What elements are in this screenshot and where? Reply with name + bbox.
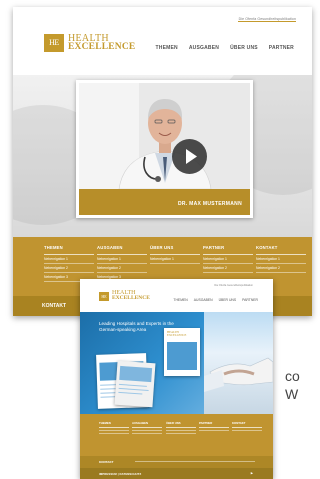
- footer-column: THEMEN Nebenrigation 1 Nebenrigation 2 N…: [44, 245, 94, 282]
- footer-column: PARTNER Nebenrigation 1 Nebenrigation 2: [203, 245, 253, 273]
- footer-heading[interactable]: AUSGABEN: [97, 245, 147, 255]
- footer-legal-links[interactable]: IMPRESSUM | DATENSCHUTZ: [99, 472, 141, 476]
- magazine-cover[interactable]: HEALTH EXCELLENCE: [164, 328, 200, 376]
- footer-link[interactable]: [99, 431, 129, 434]
- site-header: Die Ofenfa Gesundheitspublikation HE HEA…: [13, 7, 312, 75]
- footer-column: AUSGABEN: [132, 421, 162, 434]
- nav-item-ueber-uns[interactable]: ÜBER UNS: [230, 45, 258, 51]
- footer-column: AUSGABEN Nebenrigation 1 Nebenrigation 2…: [97, 245, 147, 282]
- footer-contact-link[interactable]: KONTAKT: [42, 303, 66, 309]
- footer-column: KONTAKT Nebenrigation 1 Nebenrigation 2: [256, 245, 306, 273]
- footer-link[interactable]: Nebenrigation 2: [44, 264, 94, 273]
- footer-link[interactable]: Nebenrigation 1: [256, 255, 306, 264]
- footer-bottom-bar: KONTAKT: [80, 456, 273, 468]
- footer-column: ÜBER UNS Nebenrigation 1: [150, 245, 200, 264]
- nav-item-ausgaben[interactable]: AUSGABEN: [194, 298, 213, 302]
- nav-item-partner[interactable]: PARTNER: [242, 298, 258, 302]
- footer-column: THEMEN: [99, 421, 129, 434]
- magazine-text-line: [118, 391, 143, 395]
- footer-heading[interactable]: THEMEN: [44, 245, 94, 255]
- top-link[interactable]: Die Ofenfa Gesundheitspublikation: [214, 284, 253, 287]
- chevron-right-icon[interactable]: ▶: [251, 471, 253, 475]
- magazine-cover-photo: [167, 342, 197, 370]
- top-link-underline: [238, 21, 296, 22]
- footer-heading[interactable]: THEMEN: [99, 421, 129, 428]
- logo-line-2: EXCELLENCE: [112, 295, 150, 301]
- magazine-text-line: [118, 387, 149, 391]
- handshake-photo: [204, 312, 273, 414]
- footer-link[interactable]: Nebenrigation 2: [97, 264, 147, 273]
- footer-link[interactable]: Nebenrigation 1: [44, 255, 94, 264]
- footer-link[interactable]: Nebenrigation 2: [203, 264, 253, 273]
- nav-item-ausgaben[interactable]: AUSGABEN: [189, 45, 219, 51]
- footer-divider: [135, 461, 255, 462]
- logo-wordmark[interactable]: HEALTH EXCELLENCE: [68, 34, 135, 52]
- side-text-line-1: co: [285, 368, 300, 384]
- play-icon[interactable]: [172, 139, 207, 174]
- video-player[interactable]: DR. MAX MUSTERMANN: [76, 80, 253, 218]
- footer-heading[interactable]: KONTAKT: [256, 245, 306, 255]
- footer-link[interactable]: Nebenrigation 1: [203, 255, 253, 264]
- portfolio-stage: Die Ofenfa Gesundheitspublikation HE HEA…: [0, 0, 312, 479]
- site-header: Die Ofenfa Gesundheitspublikation HE HEA…: [80, 279, 273, 312]
- hero-banner: Leading Hospitals and Experts in the Ger…: [80, 312, 273, 414]
- footer-legal-bar: IMPRESSUM | DATENSCHUTZ ▶: [80, 468, 273, 479]
- nav-item-partner[interactable]: PARTNER: [269, 45, 294, 51]
- footer-heading[interactable]: ÜBER UNS: [166, 421, 196, 428]
- logo-line-2: EXCELLENCE: [68, 42, 136, 52]
- nav-item-themen[interactable]: THEMEN: [156, 45, 178, 51]
- footer-link[interactable]: [199, 428, 229, 431]
- site-footer: THEMEN AUSGABEN ÜBER UNS PARTNER KONTAKT: [80, 414, 273, 456]
- logo-monogram[interactable]: HE: [99, 292, 109, 301]
- main-nav: THEMEN AUSGABEN ÜBER UNS PARTNER: [173, 298, 258, 302]
- nav-item-ueber-uns[interactable]: ÜBER UNS: [219, 298, 237, 302]
- magazine-cover-title: HEALTH EXCELLENCE: [167, 330, 187, 338]
- nav-item-themen[interactable]: THEMEN: [173, 298, 187, 302]
- footer-link[interactable]: [232, 428, 262, 431]
- footer-heading[interactable]: PARTNER: [199, 421, 229, 428]
- magazine-photo: [119, 365, 153, 383]
- footer-link[interactable]: [132, 431, 162, 434]
- side-text-line-2: W: [285, 386, 299, 402]
- footer-heading[interactable]: PARTNER: [203, 245, 253, 255]
- magazine-spread[interactable]: [114, 360, 156, 408]
- footer-link[interactable]: Nebenrigation 1: [97, 255, 147, 264]
- doctor-photo: [79, 83, 250, 189]
- magazine-title-line-2: EXCELLENCE: [167, 333, 187, 338]
- main-nav: THEMEN AUSGABEN ÜBER UNS PARTNER: [156, 45, 294, 51]
- logo-monogram[interactable]: HE: [44, 34, 64, 52]
- footer-column: PARTNER: [199, 421, 229, 431]
- logo-wordmark[interactable]: HEALTH EXCELLENCE: [112, 290, 150, 301]
- footer-heading[interactable]: AUSGABEN: [132, 421, 162, 428]
- magazine-text-line: [118, 383, 147, 387]
- footer-contact-link[interactable]: KONTAKT: [99, 460, 113, 464]
- website-mockup-small: Die Ofenfa Gesundheitspublikation HE HEA…: [80, 279, 273, 479]
- video-caption-bar: DR. MAX MUSTERMANN: [79, 189, 250, 215]
- footer-column: KONTAKT: [232, 421, 262, 431]
- footer-heading[interactable]: KONTAKT: [232, 421, 262, 428]
- footer-link[interactable]: Nebenrigation 1: [150, 255, 200, 264]
- footer-heading[interactable]: ÜBER UNS: [150, 245, 200, 255]
- footer-column: ÜBER UNS: [166, 421, 196, 434]
- footer-link[interactable]: [166, 431, 196, 434]
- footer-link[interactable]: Nebenrigation 2: [256, 264, 306, 273]
- website-mockup-large: Die Ofenfa Gesundheitspublikation HE HEA…: [13, 7, 312, 316]
- video-caption: DR. MAX MUSTERMANN: [177, 201, 242, 207]
